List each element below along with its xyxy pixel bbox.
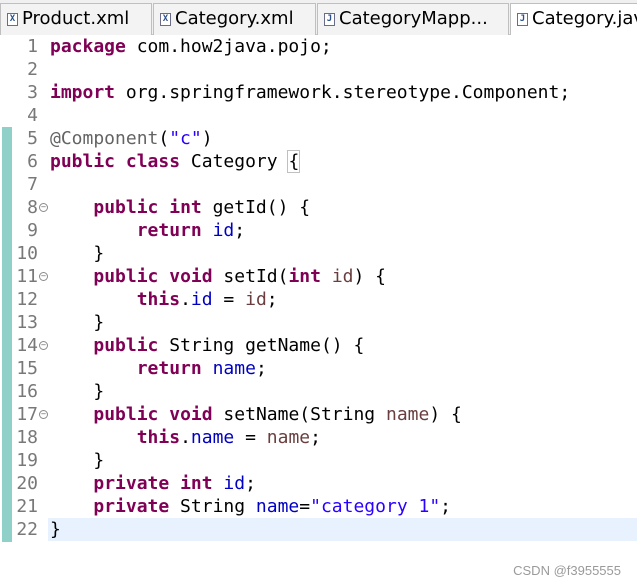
line-number: 1 (27, 36, 38, 57)
code-line: } (50, 243, 105, 264)
fold-toggle-icon[interactable]: − (39, 341, 48, 350)
line-number: 5 (27, 128, 38, 149)
code-line: public void setId(int id) { (93, 266, 387, 287)
code-line: public class Category { (50, 150, 301, 173)
code-line: } (50, 450, 105, 471)
code-line: public void setName(String name) { (93, 404, 462, 425)
line-number: 19 (16, 450, 38, 471)
code-line: import org.springframework.stereotype.Co… (50, 82, 571, 103)
tab-category-mapper[interactable]: J CategoryMapp... (317, 3, 509, 35)
xml-file-icon: X (160, 13, 171, 26)
code-line: public int getId() { (93, 197, 311, 218)
code-area[interactable]: package com.how2java.pojo; import org.sp… (48, 35, 637, 586)
line-number: 16 (16, 381, 38, 402)
fold-toggle-icon[interactable]: − (39, 410, 48, 419)
editor-tab-bar: X Product.xml X Category.xml J CategoryM… (0, 0, 637, 36)
line-number: 12 (16, 289, 38, 310)
tab-label: Category.xml (175, 8, 294, 29)
code-line: public String getName() { (93, 335, 365, 356)
tab-label: CategoryMapp... (339, 8, 488, 29)
java-file-icon: J (324, 13, 335, 26)
watermark: CSDN @f3955555 (513, 563, 621, 578)
code-line: return name; (136, 358, 267, 379)
code-line: return id; (136, 220, 246, 241)
line-number: 7 (27, 174, 38, 195)
line-number: 22 (16, 519, 38, 540)
code-line: this.name = name; (136, 427, 321, 448)
tab-label: Category.jav (532, 8, 637, 29)
line-number: 3 (27, 82, 38, 103)
line-number: 18 (16, 427, 38, 448)
fold-toggle-icon[interactable]: − (39, 203, 48, 212)
line-number: 6 (27, 151, 38, 172)
line-number: 9 (27, 220, 38, 241)
tab-product-xml[interactable]: X Product.xml (0, 3, 152, 35)
fold-toggle-icon[interactable]: − (39, 272, 48, 281)
line-number: 4 (27, 105, 38, 126)
code-line: } (50, 312, 105, 333)
code-line: package com.how2java.pojo; (50, 36, 332, 57)
tab-category-xml[interactable]: X Category.xml (153, 3, 316, 35)
code-line: this.id = id; (136, 289, 278, 310)
code-line: private int id; (93, 473, 256, 494)
line-number: 10 (16, 243, 38, 264)
line-number: 13 (16, 312, 38, 333)
line-number-gutter: 1 2 3 4 5 6 7 8 9 10 11 12 13 14 15 16 1… (12, 35, 48, 586)
code-line-current: } (48, 518, 637, 541)
line-number: 11 (16, 266, 38, 287)
tab-label: Product.xml (22, 8, 130, 29)
line-number: 20 (16, 473, 38, 494)
quick-diff-bar (2, 127, 12, 542)
code-line: @Component("c") (50, 128, 213, 149)
code-line: private String name="category 1"; (93, 496, 452, 517)
java-file-icon: J (517, 13, 528, 26)
line-number: 2 (27, 59, 38, 80)
line-number: 15 (16, 358, 38, 379)
line-number: 8 (27, 197, 38, 218)
line-number: 17 (16, 404, 38, 425)
code-line: } (50, 381, 105, 402)
tab-category-java[interactable]: J Category.jav (510, 3, 637, 36)
xml-file-icon: X (7, 13, 18, 26)
line-number: 21 (16, 496, 38, 517)
line-number: 14 (16, 335, 38, 356)
code-editor[interactable]: 1 2 3 4 5 6 7 8 9 10 11 12 13 14 15 16 1… (0, 35, 637, 586)
